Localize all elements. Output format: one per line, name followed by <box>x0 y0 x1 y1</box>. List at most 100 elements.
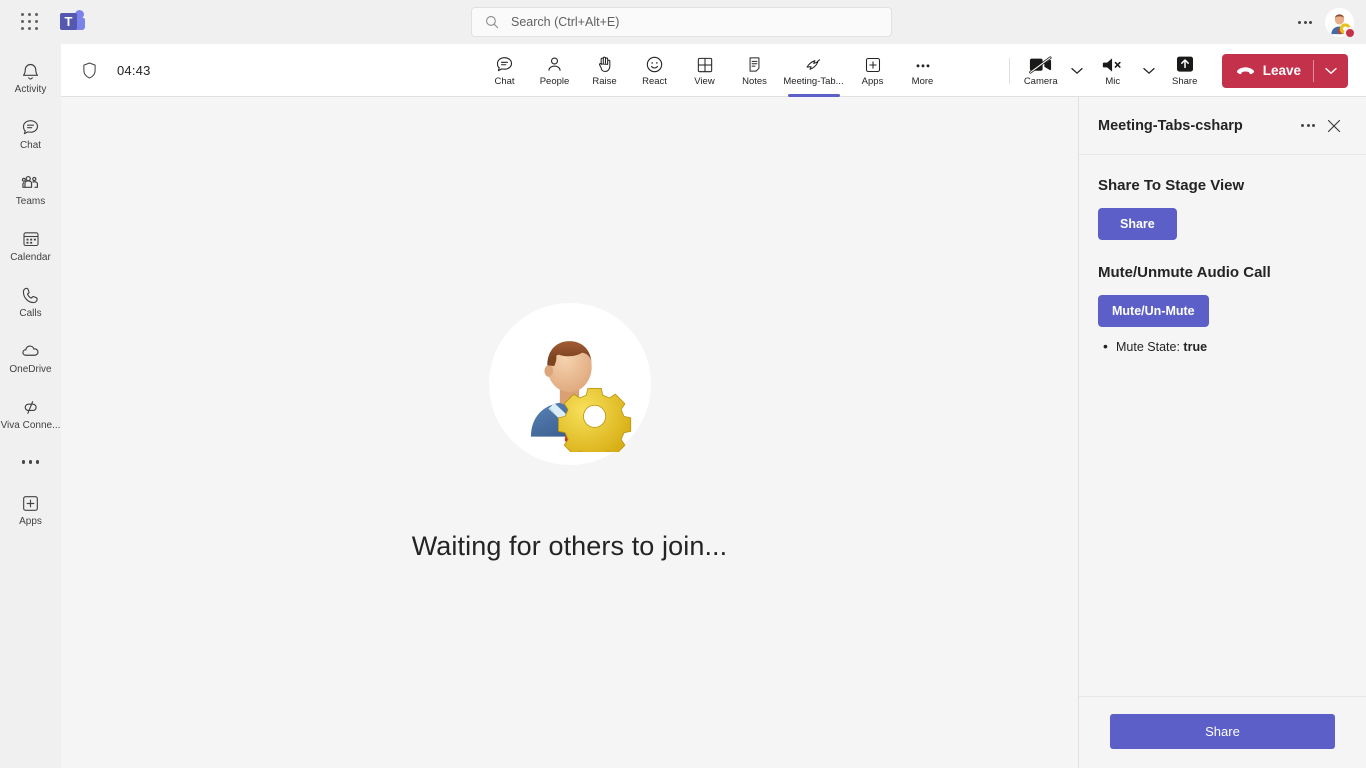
teams-logo-letter: T <box>60 13 77 30</box>
sidebar-item-apps[interactable]: Apps <box>0 482 61 538</box>
toolbar-label: React <box>642 76 667 87</box>
view-grid-icon <box>695 53 715 75</box>
search-placeholder-text: Search (Ctrl+Alt+E) <box>511 15 620 29</box>
mic-label: Mic <box>1105 76 1121 87</box>
share-label: Share <box>1172 76 1198 87</box>
chat-icon <box>494 53 515 75</box>
toolbar-button-meeting-tabs[interactable]: Meeting-Tab... <box>780 45 848 97</box>
apps-plus-icon <box>863 53 883 75</box>
toolbar-button-react[interactable]: React <box>630 45 680 97</box>
share-to-stage-button[interactable]: Share <box>1098 208 1177 240</box>
teams-meeting-window: T Search (Ctrl+Alt+E) Activity Chat Team… <box>0 0 1366 768</box>
sidebar-item-viva-connections[interactable]: Viva Conne... <box>0 386 61 442</box>
search-input[interactable]: Search (Ctrl+Alt+E) <box>471 7 892 37</box>
camera-options-chevron-down-icon[interactable] <box>1066 51 1088 91</box>
footer-share-button[interactable]: Share <box>1110 714 1335 749</box>
search-bar[interactable]: Search (Ctrl+Alt+E) <box>471 7 892 37</box>
meeting-stage: Waiting for others to join... <box>61 97 1078 768</box>
avatar[interactable] <box>1325 7 1356 39</box>
sidebar-item-teams[interactable]: Teams <box>0 162 61 218</box>
sidebar-label: OneDrive <box>9 364 52 375</box>
camera-label: Camera <box>1023 76 1058 87</box>
camera-toggle-button[interactable]: Camera <box>1016 45 1066 97</box>
apps-plus-icon <box>20 492 41 514</box>
mute-unmute-button[interactable]: Mute/Un-Mute <box>1098 295 1209 327</box>
bell-icon <box>20 60 41 82</box>
toolbar-button-more[interactable]: More <box>898 45 948 97</box>
sidebar-item-calendar[interactable]: Calendar <box>0 218 61 274</box>
app-launcher-icon[interactable] <box>15 7 45 37</box>
cloud-icon <box>20 340 42 362</box>
toolbar-divider <box>1008 57 1010 84</box>
title-bar: T Search (Ctrl+Alt+E) <box>0 0 1366 44</box>
toolbar-button-people[interactable]: People <box>530 45 580 97</box>
toolbar-label: Notes <box>742 76 767 87</box>
panel-footer: Share <box>1079 696 1366 768</box>
more-apps-icon[interactable] <box>0 442 61 482</box>
meeting-toolbar-right: Camera Mic Share Leave <box>1003 44 1348 97</box>
list-item: Mute State: true <box>1103 337 1347 356</box>
toolbar-label: Apps <box>861 76 884 87</box>
meeting-toolbar: 04:43 Chat People Raise React View Notes… <box>61 44 1366 97</box>
more-options-icon[interactable] <box>1291 8 1319 36</box>
toolbar-button-view[interactable]: View <box>680 45 730 97</box>
meeting-tab-app-icon <box>803 53 824 75</box>
toolbar-label: Meeting-Tab... <box>783 76 844 87</box>
toolbar-button-raise-hand[interactable]: Raise <box>580 45 630 97</box>
toolbar-label: View <box>694 76 715 87</box>
meeting-toolbar-center: Chat People Raise React View Notes Meeti… <box>480 44 948 97</box>
panel-header: Meeting-Tabs-csharp <box>1079 97 1366 155</box>
panel-title: Meeting-Tabs-csharp <box>1098 117 1243 134</box>
share-screen-button[interactable]: Share <box>1160 45 1210 97</box>
raise-hand-icon <box>595 53 615 75</box>
shield-icon[interactable] <box>81 61 98 80</box>
toolbar-label: Chat <box>494 76 515 87</box>
leave-label: Leave <box>1262 63 1301 78</box>
sidebar-label: Viva Conne... <box>0 420 61 431</box>
share-screen-icon <box>1174 53 1196 75</box>
search-icon <box>485 15 499 29</box>
toolbar-button-notes[interactable]: Notes <box>730 45 780 97</box>
people-icon <box>544 53 565 75</box>
sidebar-item-onedrive[interactable]: OneDrive <box>0 330 61 386</box>
mute-state-value: true <box>1183 340 1208 354</box>
more-ellipsis-icon <box>912 53 934 75</box>
sidebar-item-activity[interactable]: Activity <box>0 50 61 106</box>
leave-button[interactable]: Leave <box>1221 53 1348 88</box>
viva-connections-icon <box>20 396 41 418</box>
sidebar-label: Apps <box>19 516 42 527</box>
sidebar-label: Activity <box>14 84 47 95</box>
sidebar-item-calls[interactable]: Calls <box>0 274 61 330</box>
teams-logo-icon[interactable]: T <box>59 9 85 35</box>
teams-icon <box>20 172 42 194</box>
mic-toggle-button[interactable]: Mic <box>1088 45 1138 97</box>
camera-off-icon <box>1028 53 1053 75</box>
leave-options-chevron-down-icon[interactable] <box>1314 54 1348 88</box>
user-with-gear-avatar <box>488 303 651 465</box>
mic-options-chevron-down-icon[interactable] <box>1138 51 1160 91</box>
sidebar-item-chat[interactable]: Chat <box>0 106 61 162</box>
toolbar-label: People <box>539 76 570 87</box>
leave-main-action[interactable]: Leave <box>1222 54 1313 88</box>
sidebar-label: Calls <box>19 308 42 319</box>
react-smiley-icon <box>644 53 665 75</box>
meeting-timer: 04:43 <box>117 62 151 78</box>
chat-icon <box>20 116 41 138</box>
toolbar-button-chat[interactable]: Chat <box>480 45 530 97</box>
sidebar-label: Teams <box>15 196 46 207</box>
mute-unmute-heading: Mute/Unmute Audio Call <box>1098 264 1271 281</box>
calendar-icon <box>21 228 41 250</box>
share-to-stage-heading: Share To Stage View <box>1098 177 1245 194</box>
panel-content: Share To Stage View Share Mute/Unmute Au… <box>1079 155 1366 696</box>
panel-more-options-icon[interactable] <box>1295 113 1321 139</box>
close-icon[interactable] <box>1321 113 1347 139</box>
sidebar-label: Calendar <box>10 252 51 263</box>
titlebar-right-controls <box>1291 0 1356 44</box>
sidebar-label: Chat <box>19 140 42 151</box>
mute-state-list: Mute State: true <box>1098 337 1347 356</box>
hang-up-icon <box>1236 65 1255 77</box>
notes-icon <box>745 53 764 75</box>
toolbar-button-apps[interactable]: Apps <box>848 45 898 97</box>
phone-icon <box>20 284 41 306</box>
mic-muted-icon <box>1101 53 1125 75</box>
